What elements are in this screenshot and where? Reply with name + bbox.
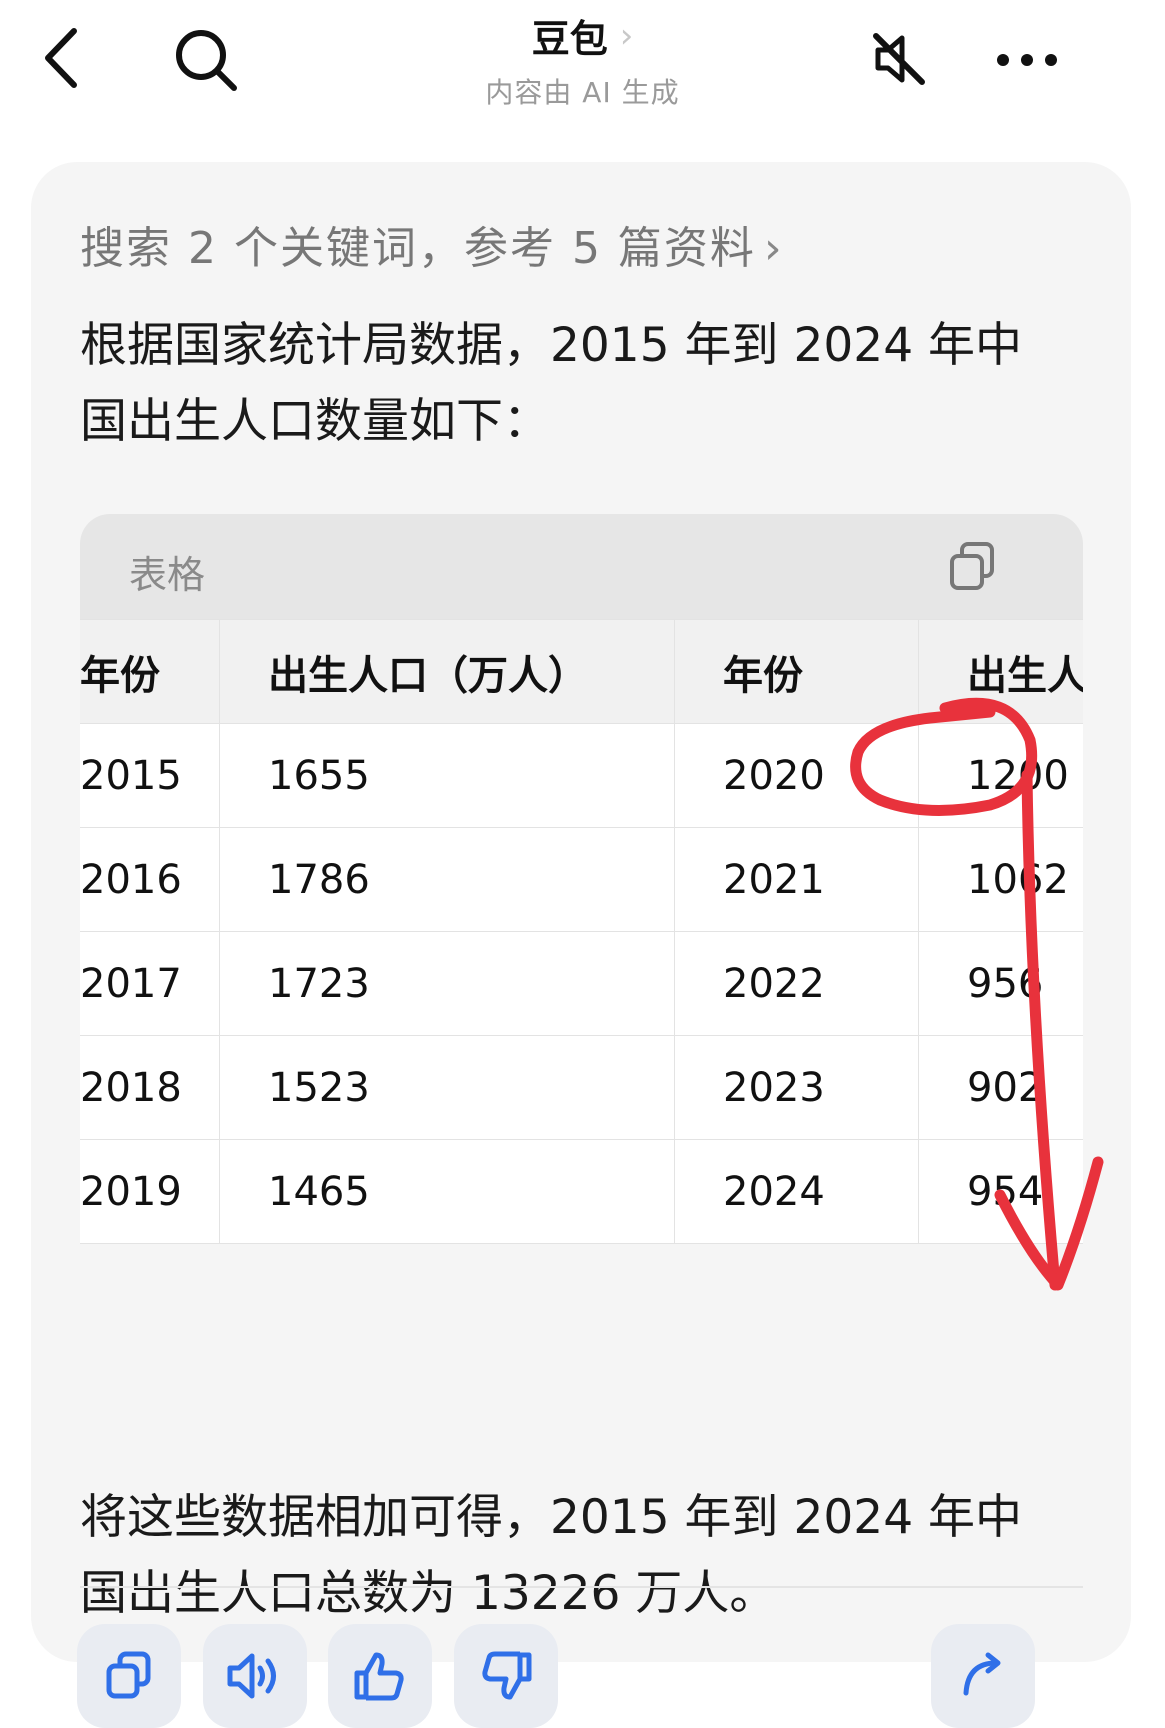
search-summary[interactable]: 搜索 2 个关键词，参考 5 篇资料 › [80, 212, 784, 276]
table-cell: 2017 [80, 931, 220, 1036]
more-icon [997, 54, 1057, 66]
thumbs-down-icon [482, 1651, 532, 1700]
column-header: 出生人口（万人） [219, 619, 675, 724]
search-summary-arrow-icon: › [763, 223, 784, 274]
table-cell: 1786 [219, 827, 675, 932]
table-row: 2017 1723 2022 956 [80, 931, 1083, 1036]
share-icon [963, 1652, 1001, 1696]
table-row: 2015 1655 2020 1200 [80, 723, 1083, 828]
like-button[interactable] [328, 1624, 432, 1728]
table-cell: 1523 [219, 1035, 675, 1140]
table-cell: 1465 [219, 1139, 675, 1244]
conclusion-line-1: 将这些数据相加可得，2015 年到 2024 年中 [80, 1490, 1023, 1545]
table-cell: 2024 [674, 1139, 919, 1244]
table-header-bar: 表格 [80, 514, 1083, 619]
dislike-button[interactable] [454, 1624, 558, 1728]
birth-population-table[interactable]: 年份 出生人口（万人） 年份 出生人口 2015 1655 2020 1200 … [80, 619, 1083, 1244]
intro-line-1: 根据国家统计局数据，2015 年到 2024 年中 [80, 318, 1023, 373]
table-cell: 1062 [918, 827, 1083, 932]
table-cell: 2016 [80, 827, 220, 932]
chat-title-area[interactable]: 豆包 › 内容由 AI 生成 [0, 8, 1165, 111]
column-header: 年份 [80, 619, 220, 724]
table-cell: 956 [918, 931, 1083, 1036]
read-aloud-button[interactable] [203, 1624, 307, 1728]
speaker-muted-icon [873, 33, 925, 85]
table-cell: 1200 [918, 723, 1083, 828]
conclusion-paragraph: 将这些数据相加可得，2015 年到 2024 年中 国出生人口总数为 13226… [80, 1480, 1060, 1632]
thumbs-up-icon [354, 1652, 404, 1701]
table-cell: 902 [918, 1035, 1083, 1140]
read-aloud-icon [227, 1653, 276, 1699]
top-bar: 豆包 › 内容由 AI 生成 [0, 0, 1165, 130]
table-cell: 2023 [674, 1035, 919, 1140]
table-row: 2019 1465 2024 954 [80, 1139, 1083, 1244]
intro-paragraph: 根据国家统计局数据，2015 年到 2024 年中 国出生人口数量如下： [80, 308, 1060, 460]
table-cell: 2018 [80, 1035, 220, 1140]
table-row: 2016 1786 2021 1062 [80, 827, 1083, 932]
conclusion-line-2: 国出生人口总数为 13226 万人。 [80, 1566, 777, 1621]
table-cell: 1655 [219, 723, 675, 828]
table-label: 表格 [129, 553, 206, 597]
intro-line-2: 国出生人口数量如下： [80, 394, 550, 449]
column-header: 年份 [674, 619, 919, 724]
share-button[interactable] [931, 1624, 1035, 1728]
copy-table-icon[interactable] [948, 540, 998, 592]
table-header-row: 年份 出生人口（万人） 年份 出生人口 [80, 619, 1083, 724]
bot-name: 豆包 [531, 17, 608, 61]
table-cell: 2019 [80, 1139, 220, 1244]
data-table-container: 表格 年份 出生人口（万人） 年份 出生人口 2015 1655 2020 [80, 514, 1083, 1276]
table-cell: 2020 [674, 723, 919, 828]
copy-answer-button[interactable] [77, 1624, 181, 1728]
table-row: 2018 1523 2023 902 [80, 1035, 1083, 1140]
title-chevron-icon: › [619, 15, 634, 56]
action-divider [80, 1586, 1083, 1588]
search-summary-text: 搜索 2 个关键词，参考 5 篇资料 [80, 223, 756, 274]
more-button[interactable] [992, 40, 1062, 80]
copy-icon [106, 1651, 151, 1699]
ai-generated-notice: 内容由 AI 生成 [485, 76, 680, 109]
table-cell: 1723 [219, 931, 675, 1036]
mute-button[interactable] [866, 26, 932, 92]
table-cell: 2022 [674, 931, 919, 1036]
table-cell: 2015 [80, 723, 220, 828]
ai-response-card: 搜索 2 个关键词，参考 5 篇资料 › 根据国家统计局数据，2015 年到 20… [31, 162, 1131, 1728]
table-cell: 954 [918, 1139, 1083, 1244]
column-header: 出生人口 [918, 619, 1083, 724]
table-cell: 2021 [674, 827, 919, 932]
